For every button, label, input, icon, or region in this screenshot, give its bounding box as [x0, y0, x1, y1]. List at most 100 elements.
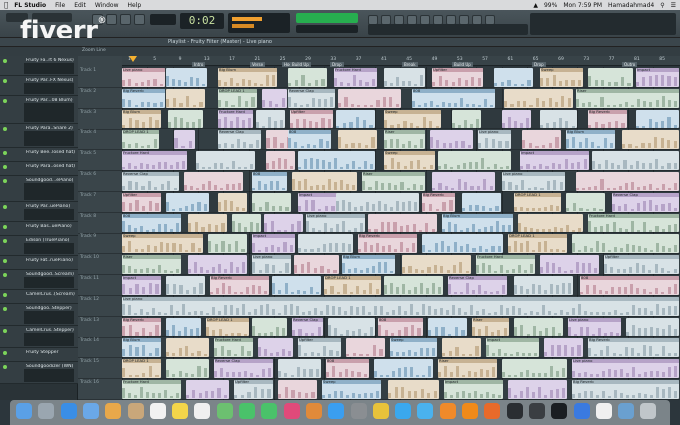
channel-item[interactable]: Soundgood...ePiano): [0, 176, 78, 202]
pattern-clip[interactable]: [252, 317, 287, 337]
track-header[interactable]: Track 7: [78, 192, 122, 213]
pattern-clip[interactable]: [452, 109, 481, 129]
finder-icon[interactable]: [16, 403, 32, 419]
channel-led-icon[interactable]: [3, 127, 7, 131]
pattern-clip[interactable]: [508, 380, 567, 399]
pattern-clip[interactable]: Big Blum: [342, 255, 395, 274]
pattern-clip[interactable]: [374, 359, 433, 378]
pattern-clip[interactable]: [566, 192, 605, 212]
track-header[interactable]: Track 2: [78, 88, 122, 109]
channel-led-icon[interactable]: [3, 59, 7, 63]
pattern-clip[interactable]: Fructore Hard: [334, 68, 377, 87]
menu-window[interactable]: Window: [95, 2, 119, 9]
pattern-clip[interactable]: Sweep: [540, 68, 583, 87]
pattern-clip[interactable]: Big Reverb: [588, 338, 679, 358]
track-header[interactable]: Track 6: [78, 171, 122, 192]
pattern-clip[interactable]: Sweep: [322, 380, 381, 399]
channel-item[interactable]: Fruity Fat..rueP.iano): [0, 256, 78, 270]
pattern-clip[interactable]: [292, 172, 357, 191]
pattern-clip[interactable]: Big Reverb: [358, 234, 417, 254]
menu-edit[interactable]: Edit: [74, 2, 86, 9]
pattern-clip[interactable]: [258, 338, 293, 358]
channel-led-icon[interactable]: [3, 293, 7, 297]
pattern-clip[interactable]: [328, 317, 375, 337]
pattern-clip[interactable]: Sweep: [390, 338, 437, 358]
pattern-clip[interactable]: Big Blum: [442, 213, 513, 233]
pattern-clip[interactable]: Impact: [122, 276, 161, 295]
channel-led-icon[interactable]: [3, 329, 7, 333]
track-header[interactable]: Track 15: [78, 358, 122, 380]
pattern-clip[interactable]: 808: [378, 317, 423, 337]
pattern-clip[interactable]: 808: [412, 88, 495, 108]
messages-icon[interactable]: [239, 403, 255, 419]
channel-item[interactable]: Edison (TrueP.iano): [0, 236, 78, 256]
play-button[interactable]: [106, 14, 117, 25]
pattern-clip[interactable]: Riser: [576, 88, 679, 108]
track-header[interactable]: Track 3: [78, 109, 122, 130]
pattern-clip[interactable]: Upfilter: [122, 192, 161, 212]
track-header[interactable]: Track 13: [78, 317, 122, 338]
pattern-clip[interactable]: [626, 317, 679, 337]
pattern-clip[interactable]: Live piano: [568, 317, 621, 337]
pattern-clip[interactable]: [494, 68, 533, 87]
track-header[interactable]: Track 16: [78, 379, 122, 400]
pattern-clip[interactable]: [346, 338, 385, 358]
pattern-clip[interactable]: Live piano: [306, 213, 365, 233]
track-header[interactable]: Track 8: [78, 213, 122, 234]
mail-icon[interactable]: [82, 403, 99, 419]
pattern-clip[interactable]: [166, 359, 209, 378]
pattern-clip[interactable]: DROP LEAD 1: [206, 317, 249, 337]
pattern-clip[interactable]: [544, 338, 583, 358]
teamviewer-icon[interactable]: [573, 403, 590, 419]
twitter-icon[interactable]: [417, 403, 434, 419]
timeline-ruler[interactable]: 1 5 9 13 17 21 25 29 33 37 41 45 49 53 57 61 65 69 73 77 81 8…: [122, 56, 680, 67]
track-header[interactable]: Track 5: [78, 150, 122, 172]
battery-label[interactable]: 99%: [544, 2, 557, 9]
stop-button[interactable]: [120, 14, 131, 25]
pattern-clip[interactable]: Impact: [444, 380, 503, 399]
pattern-clip[interactable]: Impact: [520, 151, 589, 170]
pattern-clip[interactable]: Big Blum: [566, 130, 615, 150]
pattern-clip[interactable]: [522, 130, 561, 150]
channel-item[interactable]: Fruity Par..FX Nexus): [0, 76, 78, 96]
pattern-clip[interactable]: [232, 213, 261, 233]
itunes-icon[interactable]: [283, 403, 300, 419]
channel-led-icon[interactable]: [3, 151, 7, 155]
channel-item[interactable]: Fruity Bee..losed hat): [0, 148, 78, 162]
pattern-clip[interactable]: Live piano: [478, 130, 511, 150]
pattern-clip[interactable]: Live piano: [252, 255, 291, 274]
pattern-clip[interactable]: [288, 68, 327, 87]
channel-item[interactable]: CamelCrus..Stepper): [0, 326, 78, 348]
pattern-clip[interactable]: [338, 130, 377, 150]
pattern-clip[interactable]: [432, 172, 495, 191]
pattern-clip[interactable]: DROP LEAD 1: [218, 88, 257, 108]
downloads-icon[interactable]: [618, 403, 635, 419]
pattern-clip[interactable]: DROP LEAD 1: [508, 234, 567, 254]
pattern-clip[interactable]: [384, 276, 443, 295]
channel-item[interactable]: Soundgoodizer (WN): [0, 362, 78, 384]
pattern-clip[interactable]: Impact: [486, 338, 539, 358]
pattern-clip[interactable]: Riser: [472, 317, 509, 337]
channel-item[interactable]: Fruity Para..Snare 2): [0, 124, 78, 148]
pattern-clip[interactable]: Fructore Hard: [122, 380, 181, 399]
track-header[interactable]: Track 9: [78, 233, 122, 255]
user-name[interactable]: Hamadahmad4: [608, 2, 654, 9]
pattern-clip[interactable]: Live piano: [122, 296, 679, 316]
pattern-clip[interactable]: [186, 380, 229, 399]
channel-item[interactable]: CamelCrus..(Scream): [0, 290, 78, 304]
pattern-clip[interactable]: Riser: [384, 130, 425, 150]
pattern-clip[interactable]: [166, 276, 205, 295]
calendar-icon[interactable]: [149, 403, 166, 419]
record-button[interactable]: [134, 14, 145, 25]
pattern-clip[interactable]: [278, 359, 321, 378]
clock-label[interactable]: Mon 7:59 PM: [563, 2, 602, 9]
track-header[interactable]: Track 11: [78, 275, 122, 296]
pattern-clip[interactable]: Sweep: [384, 109, 441, 129]
reminders-icon[interactable]: [194, 403, 211, 419]
snap-label[interactable]: Zoom Line: [82, 48, 106, 53]
pattern-clip[interactable]: [264, 213, 303, 233]
pattern-clip[interactable]: Reverse Clap: [448, 276, 507, 295]
pattern-clip[interactable]: [278, 380, 317, 399]
pattern-clip[interactable]: [622, 130, 679, 150]
menu-help[interactable]: Help: [128, 2, 142, 9]
